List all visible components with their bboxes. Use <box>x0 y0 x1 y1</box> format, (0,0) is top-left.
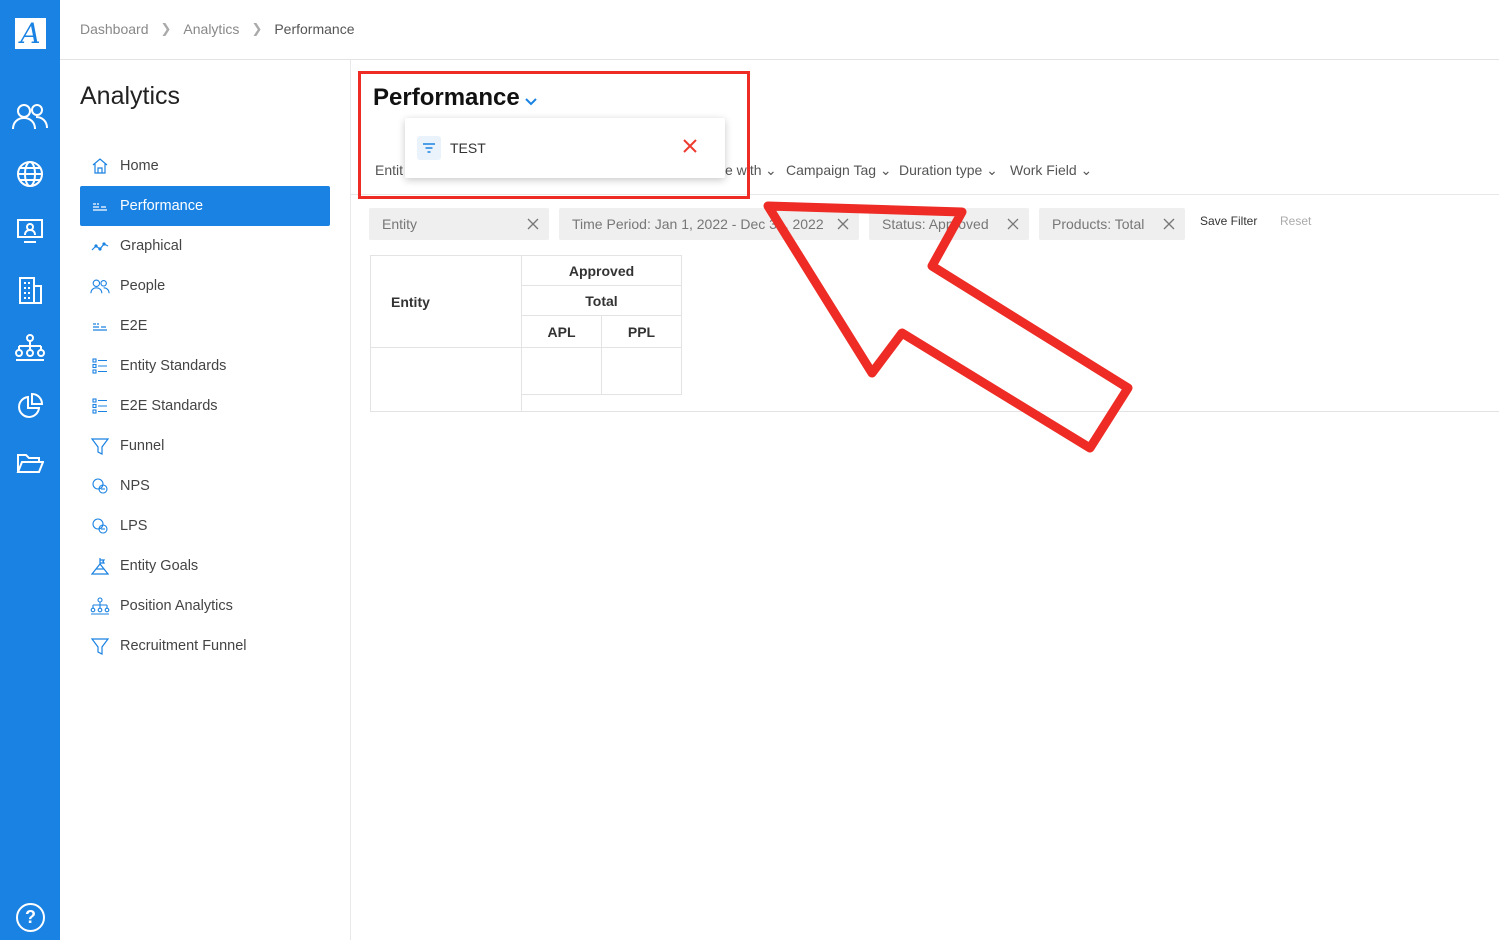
top-bar: Dashboard ❯ Analytics ❯ Performance <box>60 0 1499 60</box>
chevron-down-icon[interactable] <box>524 86 538 114</box>
lps-icon <box>90 516 110 536</box>
pie-chart-icon[interactable] <box>12 388 48 424</box>
line-graph-icon <box>90 236 110 256</box>
sidebar-item-e2e[interactable]: E2E <box>80 306 330 346</box>
chevron-right-icon: ❯ <box>160 21 172 36</box>
sidebar-item-label: People <box>120 278 166 294</box>
filter-chip-entity[interactable]: Entity <box>369 208 549 240</box>
sidebar-item-entity-goals[interactable]: Entity Goals <box>80 546 330 586</box>
list-icon <box>90 356 110 376</box>
table-cell-ppl <box>601 347 682 395</box>
main-content: Performance TEST Entit e with ⌄ Campaign… <box>351 60 1499 940</box>
sidebar-item-funnel[interactable]: Funnel <box>80 426 330 466</box>
monitor-user-icon[interactable] <box>12 213 48 249</box>
analytics-nav: Home Performance Graphical People E2E En <box>80 146 330 666</box>
funnel-icon <box>90 436 110 456</box>
people-icon[interactable] <box>12 98 48 134</box>
breadcrumb-dashboard[interactable]: Dashboard <box>80 21 149 37</box>
table-cell-apl <box>521 347 602 395</box>
bars-icon <box>90 196 110 216</box>
sidebar-item-label: E2E Standards <box>120 398 218 414</box>
saved-filter-dropdown: TEST <box>405 118 725 178</box>
home-icon <box>90 156 110 176</box>
sidebar-item-label: Recruitment Funnel <box>120 638 247 654</box>
divider <box>351 194 1499 195</box>
funnel-icon <box>90 636 110 656</box>
sidebar-item-label: Entity Standards <box>120 358 227 374</box>
sidebar-item-recruitment-funnel[interactable]: Recruitment Funnel <box>80 626 330 666</box>
sidebar-item-label: Funnel <box>120 438 165 454</box>
goal-icon <box>90 556 110 576</box>
close-icon[interactable] <box>527 217 539 233</box>
filter-entity[interactable]: Entit <box>375 162 403 178</box>
sidebar-item-home[interactable]: Home <box>80 146 330 186</box>
filter-chip-products[interactable]: Products: Total <box>1039 208 1185 240</box>
bars-icon <box>90 316 110 336</box>
folder-open-icon[interactable] <box>12 446 48 482</box>
breadcrumb-performance: Performance <box>274 21 355 37</box>
sidebar-item-label: E2E <box>120 318 148 334</box>
filter-duration-type[interactable]: Duration type ⌄ <box>899 162 998 179</box>
delete-filter-icon[interactable] <box>682 138 698 159</box>
sidebar-item-e2e-standards[interactable]: E2E Standards <box>80 386 330 426</box>
globe-icon[interactable] <box>12 156 48 192</box>
chip-label: Products: Total <box>1052 216 1145 232</box>
breadcrumb-analytics[interactable]: Analytics <box>183 21 239 37</box>
chip-label: Entity <box>382 216 418 232</box>
reset-button[interactable]: Reset <box>1280 214 1311 228</box>
sidebar-item-label: NPS <box>120 478 150 494</box>
people-icon <box>90 276 110 296</box>
column-group-approved: Approved <box>521 255 682 286</box>
nps-icon <box>90 476 110 496</box>
page-title: Performance <box>373 84 520 111</box>
sidebar-item-performance[interactable]: Performance <box>80 186 330 226</box>
sidebar-item-people[interactable]: People <box>80 266 330 306</box>
app-rail: A ? <box>0 0 60 940</box>
report-selector[interactable]: Performance <box>373 82 538 114</box>
filter-icon <box>417 136 441 160</box>
sidebar-item-label: Position Analytics <box>120 598 233 614</box>
sidebar-item-lps[interactable]: LPS <box>80 506 330 546</box>
filter-campaign-tag[interactable]: Campaign Tag ⌄ <box>786 162 892 179</box>
column-header-apl: APL <box>521 315 602 348</box>
org-chart-icon <box>90 596 110 616</box>
chip-label: Time Period: Jan 1, 2022 - Dec 31, 2022 <box>572 216 824 232</box>
sidebar-title: Analytics <box>80 82 181 110</box>
filter-chip-status[interactable]: Status: Approved <box>869 208 1029 240</box>
column-subgroup-total: Total <box>521 285 682 316</box>
column-header-ppl: PPL <box>601 315 682 348</box>
building-icon[interactable] <box>12 272 48 308</box>
chevron-down-icon: ⌄ <box>765 162 777 178</box>
app-logo[interactable]: A <box>15 18 46 49</box>
sidebar-item-label: LPS <box>120 518 148 534</box>
sidebar-item-label: Home <box>120 158 159 174</box>
sidebar-item-label: Graphical <box>120 238 183 254</box>
table-row-entity-cell[interactable] <box>370 347 522 412</box>
chip-label: Status: Approved <box>882 216 989 232</box>
sidebar-item-position-analytics[interactable]: Position Analytics <box>80 586 330 626</box>
sidebar-item-label: Performance <box>120 198 204 214</box>
table-bottom-border <box>370 411 1499 412</box>
filter-work-field[interactable]: Work Field ⌄ <box>1010 162 1092 179</box>
analytics-sidebar: Analytics Home Performance Graphical Peo… <box>60 60 351 940</box>
help-button[interactable]: ? <box>16 903 45 932</box>
sidebar-item-graphical[interactable]: Graphical <box>80 226 330 266</box>
list-icon <box>90 396 110 416</box>
close-icon[interactable] <box>837 217 849 233</box>
chevron-right-icon: ❯ <box>251 21 263 36</box>
saved-filter-name[interactable]: TEST <box>450 140 486 156</box>
sidebar-item-label: Entity Goals <box>120 558 199 574</box>
close-icon[interactable] <box>1007 217 1019 233</box>
close-icon[interactable] <box>1163 217 1175 233</box>
breadcrumb: Dashboard ❯ Analytics ❯ Performance <box>80 21 355 37</box>
filter-chip-time-period[interactable]: Time Period: Jan 1, 2022 - Dec 31, 2022 <box>559 208 859 240</box>
save-filter-button[interactable]: Save Filter <box>1200 214 1257 228</box>
sidebar-item-entity-standards[interactable]: Entity Standards <box>80 346 330 386</box>
sidebar-item-nps[interactable]: NPS <box>80 466 330 506</box>
org-chart-icon[interactable] <box>12 330 48 366</box>
filter-compare-with[interactable]: e with <box>725 162 762 178</box>
column-header-entity: Entity <box>370 255 522 348</box>
